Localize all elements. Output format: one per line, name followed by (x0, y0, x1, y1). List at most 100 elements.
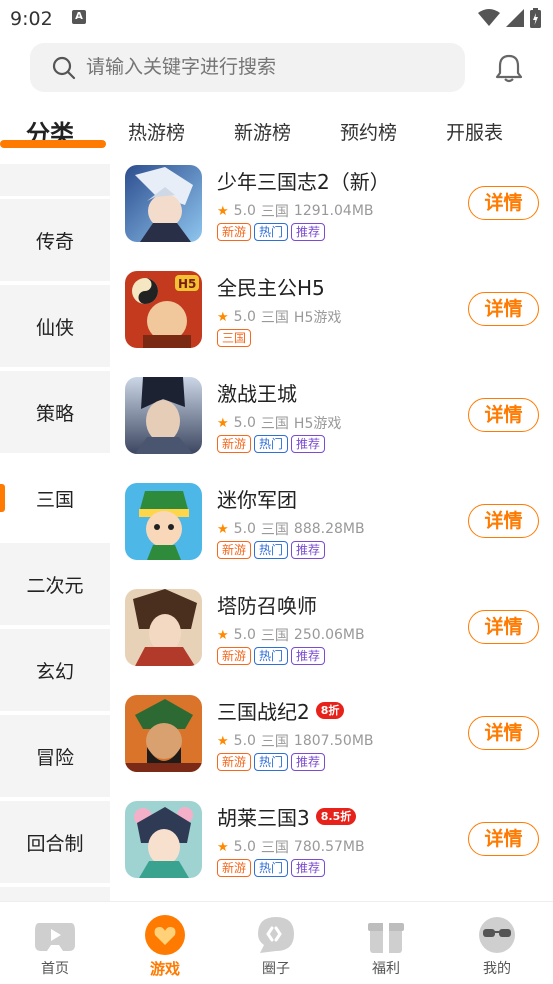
game-thumbnail[interactable] (125, 483, 202, 560)
detail-button[interactable]: 详情 (468, 610, 539, 644)
tag-new: 新游 (217, 541, 252, 559)
sidebar-item-turn-based[interactable]: 回合制 (0, 801, 110, 883)
game-thumbnail[interactable] (125, 589, 202, 666)
sidebar-item-fantasy[interactable]: 玄幻 (0, 629, 110, 711)
game-title: 激战王城 (217, 382, 297, 406)
search-input[interactable] (86, 43, 446, 92)
game-title: 少年三国志2（新） (217, 170, 390, 194)
nav-label: 游戏 (149, 960, 180, 978)
tag-recommend: 推荐 (291, 541, 326, 559)
sidebar-item-adventure[interactable]: 冒险 (0, 715, 110, 797)
sidebar-item-three-kingdoms[interactable]: 三国 (0, 457, 110, 539)
tag-hot: 热门 (254, 859, 289, 877)
sidebar-item-partial[interactable] (0, 164, 110, 196)
game-tags: 新游 热门 推荐 (217, 435, 326, 453)
detail-button[interactable]: 详情 (468, 398, 539, 432)
game-tags: 新游 热门 推荐 (217, 753, 326, 771)
detail-button[interactable]: 详情 (468, 504, 539, 538)
star-icon: ★ (217, 627, 229, 643)
game-meta: ★ 5.0 三国 780.57MB (217, 839, 365, 856)
game-thumbnail[interactable] (125, 695, 202, 772)
tag-hot: 热门 (254, 647, 289, 665)
detail-button[interactable]: 详情 (468, 716, 539, 750)
game-tags: 新游 热门 推荐 (217, 647, 326, 665)
tag-hot: 热门 (254, 223, 289, 241)
game-tags: 三国 (217, 329, 252, 347)
discount-badge: 8折 (315, 702, 345, 719)
nav-welfare[interactable]: 福利 (331, 902, 441, 984)
game-thumbnail[interactable] (125, 377, 202, 454)
status-time: 9:02 (10, 8, 53, 30)
star-icon: ★ (217, 733, 229, 749)
game-title: 全民主公H5 (217, 276, 325, 300)
nav-home[interactable]: 首页 (0, 902, 110, 984)
tag-hot: 热门 (254, 753, 289, 771)
tag-new: 新游 (217, 859, 252, 877)
search-icon (52, 56, 76, 80)
game-tags: 新游 热门 推荐 (217, 859, 326, 877)
game-row[interactable]: 少年三国志2（新） ★ 5.0 三国 1291.04MB 新游 热门 推荐 详情 (110, 158, 553, 264)
tab-new-games[interactable]: 新游榜 (234, 118, 291, 145)
game-thumbnail[interactable]: H5 (125, 271, 202, 348)
nav-games[interactable]: 游戏 (110, 902, 220, 984)
star-icon: ★ (217, 309, 229, 325)
sidebar-item-strategy[interactable]: 策略 (0, 371, 110, 453)
profile-sunglasses-icon (479, 917, 515, 953)
star-icon: ★ (217, 415, 229, 431)
nav-profile[interactable]: 我的 (442, 902, 552, 984)
game-meta: ★ 5.0 三国 H5游戏 (217, 309, 342, 326)
game-row[interactable]: 激战王城 ★ 5.0 三国 H5游戏 新游 热门 推荐 详情 (110, 370, 553, 476)
tag-new: 新游 (217, 223, 252, 241)
game-thumbnail[interactable] (125, 801, 202, 878)
game-row[interactable]: 胡莱三国3 8.5折 ★ 5.0 三国 780.57MB 新游 热门 推荐 详情 (110, 794, 553, 900)
active-tab-underline (0, 140, 106, 148)
tag-new: 新游 (217, 753, 252, 771)
star-icon: ★ (217, 521, 229, 537)
chat-bubble-icon (258, 917, 294, 953)
svg-text:H5: H5 (178, 277, 196, 291)
game-row[interactable]: 迷你军团 ★ 5.0 三国 888.28MB 新游 热门 推荐 详情 (110, 476, 553, 582)
tab-server-schedule[interactable]: 开服表 (446, 118, 503, 145)
tag-hot: 热门 (254, 541, 289, 559)
game-row[interactable]: H5 全民主公H5 ★ 5.0 三国 H5游戏 三国 详情 (110, 264, 553, 370)
sidebar-item-xianxia[interactable]: 仙侠 (0, 285, 110, 367)
sidebar-item-anime[interactable]: 二次元 (0, 543, 110, 625)
game-title: 迷你军团 (217, 488, 297, 512)
status-icons (478, 8, 541, 28)
nav-label: 我的 (483, 961, 511, 977)
category-tabs: 分类 热游榜 新游榜 预约榜 开服表 (0, 108, 553, 158)
detail-button[interactable]: 详情 (468, 292, 539, 326)
nav-circle[interactable]: 圈子 (221, 902, 331, 984)
tag-recommend: 推荐 (291, 435, 326, 453)
game-heart-icon (145, 915, 185, 955)
game-list: 少年三国志2（新） ★ 5.0 三国 1291.04MB 新游 热门 推荐 详情 H5… (110, 158, 553, 902)
game-meta: ★ 5.0 三国 H5游戏 (217, 415, 342, 432)
search-bar[interactable] (30, 43, 465, 92)
detail-button[interactable]: 详情 (468, 186, 539, 220)
tag-three-kingdoms: 三国 (217, 329, 252, 347)
tag-recommend: 推荐 (291, 223, 326, 241)
tag-new: 新游 (217, 647, 252, 665)
tab-hot-games[interactable]: 热游榜 (128, 118, 185, 145)
game-row[interactable]: 塔防召唤师 ★ 5.0 三国 250.06MB 新游 热门 推荐 详情 (110, 582, 553, 688)
game-tags: 新游 热门 推荐 (217, 223, 326, 241)
nav-label: 圈子 (262, 961, 290, 977)
star-icon: ★ (217, 839, 229, 855)
detail-button[interactable]: 详情 (468, 822, 539, 856)
game-meta: ★ 5.0 三国 888.28MB (217, 521, 365, 538)
game-title: 塔防召唤师 (217, 594, 317, 618)
tag-new: 新游 (217, 435, 252, 453)
wifi-icon (478, 9, 500, 26)
tab-reservation[interactable]: 预约榜 (340, 118, 397, 145)
sidebar-item-partial-bottom[interactable] (0, 887, 110, 902)
sidebar-item-legend[interactable]: 传奇 (0, 199, 110, 281)
gift-icon (368, 923, 404, 953)
nav-label: 福利 (372, 961, 400, 977)
game-thumbnail[interactable] (125, 165, 202, 242)
bell-icon[interactable] (494, 53, 524, 83)
gamepad-icon (35, 923, 75, 951)
game-row[interactable]: 三国战纪2 8折 ★ 5.0 三国 1807.50MB 新游 热门 推荐 详情 (110, 688, 553, 794)
tag-recommend: 推荐 (291, 859, 326, 877)
status-bar: 9:02 A (0, 0, 553, 36)
game-meta: ★ 5.0 三国 1291.04MB (217, 203, 374, 220)
